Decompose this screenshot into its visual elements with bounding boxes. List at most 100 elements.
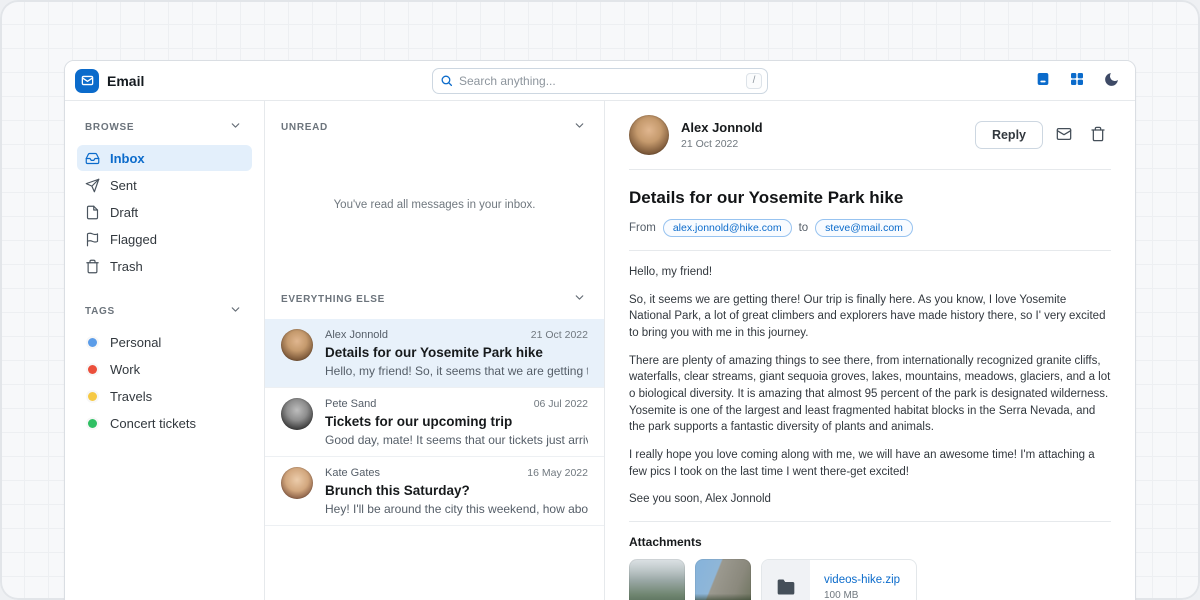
sender-avatar <box>629 115 669 155</box>
reply-button[interactable]: Reply <box>975 121 1043 149</box>
sidebar-item-trash[interactable]: Trash <box>77 253 252 279</box>
mail-item-body: Alex Jonnold 21 Oct 2022 Details for our… <box>325 329 588 378</box>
tag-item-personal[interactable]: Personal <box>77 329 252 355</box>
mail-detail-header: Alex Jonnold 21 Oct 2022 Reply <box>629 115 1111 170</box>
grid-icon <box>1069 71 1085 90</box>
search-input[interactable] <box>459 74 740 88</box>
mail-snippet: Hey! I'll be around the city this weeken… <box>325 502 588 516</box>
from-to-row: From alex.jonnold@hike.com to steve@mail… <box>629 219 1111 237</box>
tags-collapse-button[interactable] <box>227 301 244 321</box>
mail-snippet: Hello, my friend! So, it seems that we a… <box>325 364 588 378</box>
chevron-down-icon <box>573 291 586 307</box>
mail-date: 21 Oct 2022 <box>681 138 763 150</box>
attachment-photo-yosemite-valley[interactable] <box>629 559 685 600</box>
mail-body: Hello, my friend! So, it seems we are ge… <box>629 264 1111 508</box>
sidebar-item-draft[interactable]: Draft <box>77 199 252 225</box>
chevron-down-icon <box>229 119 242 135</box>
mail-actions: Reply <box>975 121 1111 149</box>
attachments-row: videos-hike.zip 100 MB <box>629 559 1111 600</box>
unread-empty-message: You've read all messages in your inbox. <box>265 199 604 211</box>
sidebar-item-sent[interactable]: Sent <box>77 172 252 198</box>
sidebar-item-flagged[interactable]: Flagged <box>77 226 252 252</box>
divider <box>629 250 1111 251</box>
moon-icon <box>1103 71 1120 91</box>
tag-color-dot <box>88 338 97 347</box>
forward-mail-button[interactable] <box>1051 122 1077 148</box>
attachment-photo-yosemite-rocks[interactable] <box>695 559 751 600</box>
tags-section-header: Tags <box>77 299 252 329</box>
tag-label: Work <box>110 362 140 377</box>
body-paragraph: I really hope you love coming along with… <box>629 447 1111 480</box>
attachment-file-card[interactable]: videos-hike.zip 100 MB <box>761 559 917 600</box>
file-size: 100 MB <box>824 590 900 600</box>
tag-label: Travels <box>110 389 152 404</box>
attachments-title: Attachments <box>629 535 1111 549</box>
tag-color-dot <box>88 392 97 401</box>
to-email-chip[interactable]: steve@mail.com <box>815 219 913 237</box>
mail-list-item[interactable]: Alex Jonnold 21 Oct 2022 Details for our… <box>265 319 604 388</box>
mail-item-body: Pete Sand 06 Jul 2022 Tickets for our up… <box>325 398 588 447</box>
unread-section-header: Unread <box>265 101 604 145</box>
app-title: Email <box>107 73 144 89</box>
everything-else-collapse-button[interactable] <box>571 289 588 309</box>
mail-sender: Pete Sand <box>325 398 376 410</box>
tag-color-dot <box>88 365 97 374</box>
mail-icon <box>1056 126 1072 145</box>
mail-icon <box>81 74 94 87</box>
trash-icon <box>85 259 100 274</box>
avatar <box>281 398 313 430</box>
tag-item-work[interactable]: Work <box>77 356 252 382</box>
mail-subject: Tickets for our upcoming trip <box>325 414 588 429</box>
mail-snippet: Good day, mate! It seems that our ticket… <box>325 433 588 447</box>
dark-mode-toggle-button[interactable] <box>1097 67 1125 95</box>
from-email-chip[interactable]: alex.jonnold@hike.com <box>663 219 792 237</box>
apps-menu-button[interactable] <box>1063 67 1091 95</box>
everything-else-section: Everything else Alex Jonnold 21 <box>265 271 604 526</box>
mail-sender: Alex Jonnold <box>325 329 388 341</box>
chevron-down-icon <box>229 303 242 319</box>
sidebar-item-label: Inbox <box>110 151 145 166</box>
header-actions <box>1029 67 1125 95</box>
flag-icon <box>85 232 100 247</box>
search-box[interactable]: / <box>432 68 768 94</box>
desktop-background: Email / <box>0 0 1200 600</box>
sidebar-item-label: Draft <box>110 205 138 220</box>
tag-item-travels[interactable]: Travels <box>77 383 252 409</box>
mail-detail-pane: Alex Jonnold 21 Oct 2022 Reply <box>605 101 1135 600</box>
trash-icon <box>1090 126 1106 145</box>
sidebar-item-inbox[interactable]: Inbox <box>77 145 252 171</box>
divider <box>629 521 1111 522</box>
sidebar: Browse Inbox <box>65 101 265 600</box>
sidebar-item-label: Flagged <box>110 232 157 247</box>
mail-list-item[interactable]: Kate Gates 16 May 2022 Brunch this Satur… <box>265 457 604 526</box>
everything-else-section-header: Everything else <box>265 271 604 319</box>
delete-mail-button[interactable] <box>1085 122 1111 148</box>
unread-collapse-button[interactable] <box>571 117 588 137</box>
sender-info: Alex Jonnold 21 Oct 2022 <box>681 120 763 150</box>
browse-section-label: Browse <box>85 122 134 133</box>
tags-section: Tags Personal Work <box>77 299 252 436</box>
send-icon <box>85 178 100 193</box>
avatar <box>281 329 313 361</box>
draft-icon <box>85 205 100 220</box>
mail-date: 21 Oct 2022 <box>531 329 588 341</box>
body-paragraph: Hello, my friend! <box>629 264 1111 281</box>
mail-list-item[interactable]: Pete Sand 06 Jul 2022 Tickets for our up… <box>265 388 604 457</box>
panel-icon <box>1035 71 1051 90</box>
body-paragraph: So, it seems we are getting there! Our t… <box>629 292 1111 342</box>
sidebar-item-label: Sent <box>110 178 137 193</box>
mail-item-body: Kate Gates 16 May 2022 Brunch this Satur… <box>325 467 588 516</box>
to-label: to <box>799 222 809 234</box>
sender-name: Alex Jonnold <box>681 120 763 135</box>
browse-section-header: Browse <box>77 115 252 145</box>
avatar <box>281 467 313 499</box>
browse-collapse-button[interactable] <box>227 117 244 137</box>
search-icon <box>440 74 453 87</box>
from-label: From <box>629 222 656 234</box>
tag-label: Personal <box>110 335 161 350</box>
tag-item-concert-tickets[interactable]: Concert tickets <box>77 410 252 436</box>
app-brand: Email <box>75 69 144 93</box>
email-app-window: Email / <box>64 60 1136 600</box>
chevron-down-icon <box>573 119 586 135</box>
panel-toggle-button[interactable] <box>1029 67 1057 95</box>
